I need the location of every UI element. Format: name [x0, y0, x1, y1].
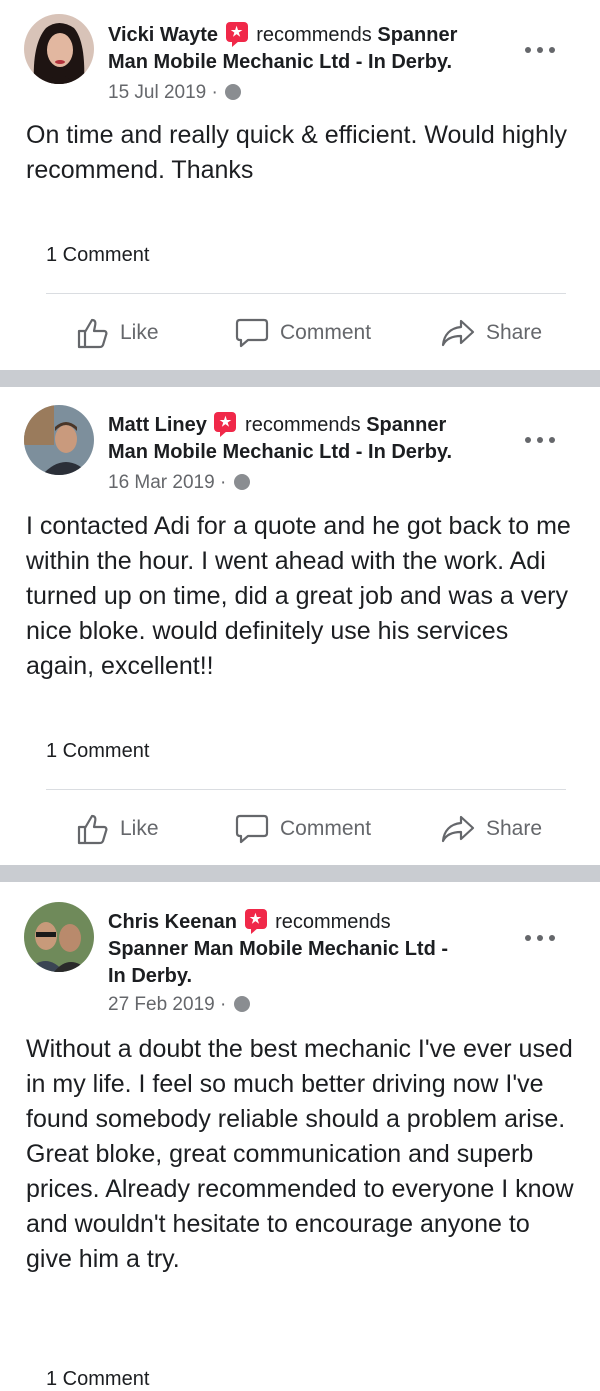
share-arrow-icon: [441, 319, 475, 347]
divider: [46, 789, 566, 790]
business-name[interactable]: Spanner: [366, 414, 446, 436]
thumbs-up-icon: [77, 814, 108, 845]
date-text[interactable]: 15 Jul 2019 ·: [108, 82, 218, 103]
post-3: Chris Keenan ★ recommends Spanner Man Mo…: [0, 882, 600, 1390]
action-bar: Like Comment Share: [0, 809, 600, 849]
comment-label: Comment: [280, 817, 372, 840]
recommendation-badge-icon: ★: [225, 22, 248, 47]
post-body: On time and really quick & efficient. Wo…: [26, 121, 568, 184]
avatar[interactable]: [24, 405, 94, 475]
action-bar: Like Comment Share: [0, 313, 600, 353]
thumbs-up-icon: [77, 318, 108, 349]
speech-bubble-icon: [235, 318, 269, 348]
globe-icon: [225, 84, 242, 100]
post-header: Chris Keenan ★ recommends Spanner Man Mo…: [108, 909, 508, 990]
post-date[interactable]: 16 Mar 2019 ·: [108, 472, 250, 494]
author-name[interactable]: Chris Keenan: [108, 911, 237, 933]
post-separator: [0, 865, 600, 882]
share-label: Share: [486, 817, 543, 840]
comment-count[interactable]: 1 Comment: [46, 1368, 149, 1391]
post-date[interactable]: 27 Feb 2019 ·: [108, 994, 250, 1016]
comment-button[interactable]: Comment: [234, 313, 371, 353]
like-label: Like: [120, 817, 159, 840]
author-name[interactable]: Vicki Wayte: [108, 24, 218, 46]
share-button[interactable]: Share: [440, 809, 542, 849]
recommends-label: recommends: [256, 24, 372, 46]
speech-bubble-icon: [235, 814, 269, 844]
date-text[interactable]: 27 Feb 2019 ·: [108, 994, 226, 1015]
avatar[interactable]: [24, 902, 94, 972]
divider: [46, 293, 566, 294]
post-body: Without a doubt the best mechanic I've e…: [26, 1035, 574, 1273]
recommendation-badge-icon: ★: [244, 909, 267, 934]
comment-button[interactable]: Comment: [234, 809, 371, 849]
post-date[interactable]: 15 Jul 2019 ·: [108, 82, 242, 104]
avatar[interactable]: [24, 14, 94, 84]
globe-icon: [233, 996, 250, 1012]
like-button[interactable]: Like: [76, 809, 159, 849]
post-separator: [0, 370, 600, 387]
post-body: I contacted Adi for a quote and he got b…: [26, 512, 571, 680]
comment-count[interactable]: 1 Comment: [46, 244, 149, 267]
post-header: Vicki Wayte ★ recommends Spanner Man Mob…: [108, 22, 508, 76]
more-options-icon[interactable]: [525, 932, 557, 944]
recommendation-badge-icon: ★: [214, 412, 237, 437]
like-label: Like: [120, 321, 159, 344]
business-name-cont[interactable]: In Derby.: [108, 965, 192, 987]
business-name-cont[interactable]: Man Mobile Mechanic Ltd - In Derby.: [108, 51, 452, 73]
share-button[interactable]: Share: [440, 313, 542, 353]
comment-label: Comment: [280, 321, 372, 344]
recommends-label: recommends: [245, 414, 361, 436]
business-name[interactable]: Spanner: [377, 24, 457, 46]
author-name[interactable]: Matt Liney: [108, 414, 207, 436]
business-name[interactable]: Spanner Man Mobile Mechanic Ltd -: [108, 938, 448, 960]
post-header: Matt Liney ★ recommends Spanner Man Mobi…: [108, 412, 508, 466]
comment-count[interactable]: 1 Comment: [46, 740, 149, 763]
post-2: Matt Liney ★ recommends Spanner Man Mobi…: [0, 387, 600, 865]
date-text[interactable]: 16 Mar 2019 ·: [108, 472, 226, 493]
share-label: Share: [486, 321, 543, 344]
like-button[interactable]: Like: [76, 313, 159, 353]
business-name-cont[interactable]: Man Mobile Mechanic Ltd - In Derby.: [108, 441, 452, 463]
globe-icon: [233, 474, 250, 490]
recommends-label: recommends: [275, 911, 391, 933]
share-arrow-icon: [441, 815, 475, 843]
more-options-icon[interactable]: [525, 434, 557, 446]
post-1: Vicki Wayte ★ recommends Spanner Man Mob…: [0, 0, 600, 370]
more-options-icon[interactable]: [525, 44, 557, 56]
